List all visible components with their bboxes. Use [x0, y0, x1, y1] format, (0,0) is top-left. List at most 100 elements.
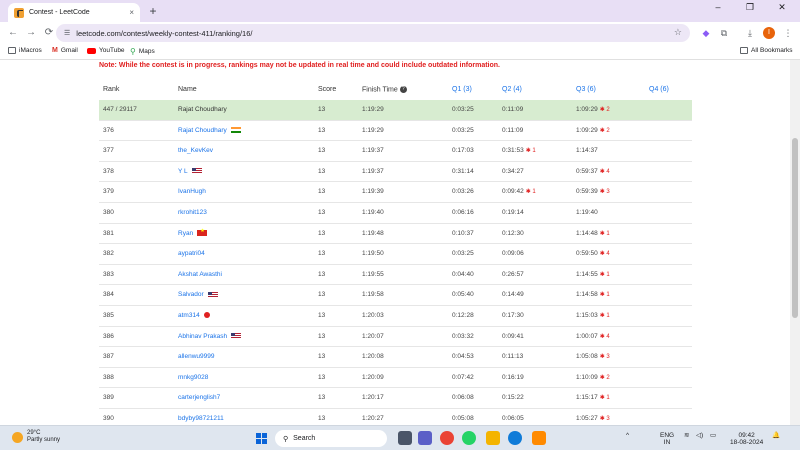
name-cell[interactable]: Rajat Choudhary	[178, 127, 241, 134]
name-cell[interactable]: the_KevKev	[178, 147, 213, 154]
score-cell: 13	[318, 373, 326, 381]
bookmark-maps[interactable]: ⚲ Maps	[130, 47, 155, 56]
bookmark-imacros[interactable]: iMacros	[8, 47, 42, 54]
bookmark-star-icon[interactable]: ☆	[674, 27, 682, 38]
user-name-link[interactable]: Abhinav Prakash	[178, 333, 227, 340]
q1-cell: 0:03:32	[452, 332, 474, 340]
user-name-link[interactable]: aypatri04	[178, 250, 205, 257]
table-row: 379 IvanHugh 13 1:19:39 0:03:26 0:09:42 ✱ 1 0:5…	[99, 182, 692, 203]
new-tab-button[interactable]: +	[146, 4, 160, 18]
bug-icon: ✱	[599, 312, 605, 319]
name-cell[interactable]: bdyby98721211	[178, 415, 224, 422]
taskbar-search[interactable]: ⚲ Search	[275, 430, 387, 447]
volume-icon[interactable]: ◁)	[696, 432, 703, 439]
info-icon[interactable]: ?	[399, 86, 407, 93]
chrome-icon[interactable]	[440, 431, 454, 445]
profile-avatar[interactable]: I	[763, 27, 775, 39]
name-cell[interactable]: Salvador	[178, 291, 218, 298]
finish-time-cell: 1:19:55	[362, 270, 384, 278]
user-name-link[interactable]: atm314	[178, 312, 200, 319]
weather-widget[interactable]: 29°C Partly sunny	[12, 430, 60, 444]
user-name-link[interactable]: IvanHugh	[178, 188, 206, 195]
header-q2[interactable]: Q2 (4)	[502, 86, 522, 93]
file-explorer-icon[interactable]	[486, 431, 500, 445]
bookmark-gmail[interactable]: M Gmail	[52, 47, 78, 54]
menu-kebab-icon[interactable]: ⋮	[782, 27, 794, 39]
rank-cell: 376	[103, 126, 114, 134]
maximize-button[interactable]: ❐	[738, 2, 762, 13]
score-cell: 13	[318, 188, 326, 196]
notification-icon[interactable]: 🔔	[772, 432, 780, 439]
sublime-icon[interactable]	[532, 431, 546, 445]
name-cell[interactable]: mnkg9028	[178, 374, 208, 381]
name-cell[interactable]: Y L	[178, 168, 202, 175]
bug-icon: ✱	[599, 333, 605, 340]
user-name-link[interactable]: Rajat Choudhary	[178, 127, 227, 134]
minimize-button[interactable]: –	[706, 2, 730, 12]
name-cell[interactable]: aypatri04	[178, 250, 205, 257]
user-name-link[interactable]: allenwu9999	[178, 353, 215, 360]
bug-icon: ✱	[599, 354, 605, 361]
table-row: 382 aypatri04 13 1:19:50 0:03:25 0:09:06 0:59:…	[99, 244, 692, 265]
name-cell[interactable]: IvanHugh	[178, 188, 206, 195]
q3-cell: 0:59:37 ✱ 4	[576, 167, 610, 175]
extension-icon[interactable]: ◆	[700, 27, 712, 39]
close-window-button[interactable]: ✕	[770, 2, 794, 13]
name-cell[interactable]: allenwu9999	[178, 353, 215, 360]
forward-icon[interactable]: →	[24, 26, 38, 40]
close-icon[interactable]: ×	[129, 8, 134, 17]
teams-icon[interactable]	[418, 431, 432, 445]
clock[interactable]: 09:42 18-08-2024	[730, 432, 763, 446]
download-icon[interactable]: ⤓	[744, 27, 756, 39]
header-q3[interactable]: Q3 (6)	[576, 86, 596, 93]
user-name-link[interactable]: mnkg9028	[178, 374, 208, 381]
battery-icon[interactable]: ▭	[710, 432, 716, 439]
user-name-link[interactable]: carterjenglish7	[178, 394, 220, 401]
user-name-link[interactable]: Ryan	[178, 230, 193, 237]
edge-icon[interactable]	[508, 431, 522, 445]
header-q4[interactable]: Q4 (6)	[649, 86, 669, 93]
windows-start-icon[interactable]	[256, 433, 267, 444]
bug-icon: ✱	[599, 271, 605, 278]
table-row: 390 bdyby98721211 13 1:20:27 0:05:08 0:06:05 1…	[99, 409, 692, 425]
site-info-icon[interactable]: ☰	[64, 29, 70, 37]
table-row: 387 allenwu9999 13 1:20:08 0:04:53 0:11:13 1:0…	[99, 347, 692, 368]
user-name-link[interactable]: bdyby98721211	[178, 415, 224, 422]
name-cell[interactable]: Ryan	[178, 228, 208, 237]
ranking-table: 447 / 29117 Rajat Choudhary 13 1:19:29 0:03:…	[99, 100, 692, 425]
back-icon[interactable]: ←	[6, 26, 20, 40]
bookmark-youtube[interactable]: YouTube	[87, 47, 125, 54]
name-cell[interactable]: rkrohit123	[178, 209, 207, 216]
rank-cell: 388	[103, 373, 114, 381]
wifi-icon[interactable]: ≋	[684, 432, 689, 439]
header-q1[interactable]: Q1 (3)	[452, 86, 472, 93]
user-name-link[interactable]: Akshat Awasthi	[178, 271, 222, 278]
reload-icon[interactable]: ⟳	[42, 26, 56, 40]
user-name-link[interactable]: the_KevKev	[178, 147, 213, 154]
user-name-link[interactable]: rkrohit123	[178, 209, 207, 216]
search-icon: ⚲	[283, 435, 289, 443]
rank-cell: 382	[103, 250, 114, 258]
language-indicator[interactable]: ENG IN	[660, 432, 674, 446]
all-bookmarks[interactable]: All Bookmarks	[740, 47, 793, 54]
chevron-up-icon[interactable]: ^	[626, 432, 629, 439]
whatsapp-icon[interactable]	[462, 431, 476, 445]
wrong-submission-count: ✱ 3	[599, 415, 610, 422]
maps-icon: ⚲	[130, 47, 136, 56]
finish-time-cell: 1:20:08	[362, 353, 384, 361]
user-name-link[interactable]: Salvador	[178, 291, 204, 298]
name-cell[interactable]: carterjenglish7	[178, 394, 220, 401]
page-scrollbar[interactable]	[790, 60, 800, 425]
country-flag-icon	[197, 228, 208, 236]
extensions-puzzle-icon[interactable]: ⧉	[718, 27, 730, 39]
task-view-icon[interactable]	[398, 431, 412, 445]
q1-cell: 0:05:08	[452, 414, 474, 422]
user-name-link[interactable]: Y L	[178, 168, 188, 175]
name-cell[interactable]: Abhinav Prakash	[178, 333, 242, 340]
tab-contest[interactable]: Contest - LeetCode ×	[8, 3, 140, 22]
scroll-thumb[interactable]	[792, 138, 798, 318]
finish-time-cell: 1:19:48	[362, 229, 384, 237]
name-cell[interactable]: Akshat Awasthi	[178, 271, 222, 278]
name-cell[interactable]: atm314	[178, 312, 210, 319]
address-bar[interactable]: ☰ leetcode.com/contest/weekly-contest-41…	[56, 24, 690, 42]
